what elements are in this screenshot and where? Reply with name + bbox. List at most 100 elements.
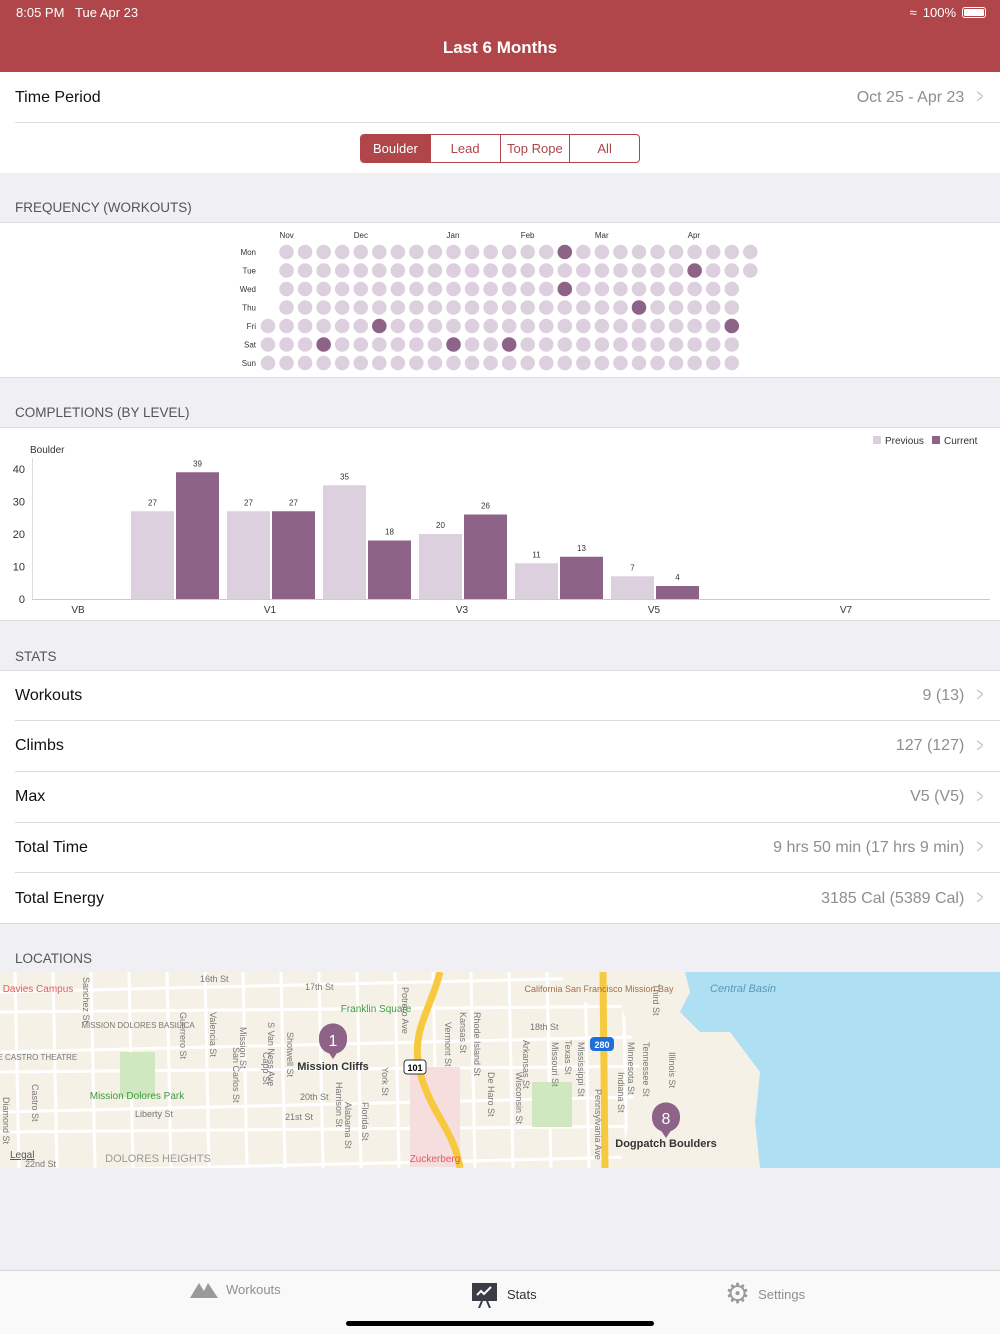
chart-board-icon <box>472 1283 497 1308</box>
month-label: Nov <box>280 231 294 240</box>
map-label: MISSION DOLORES BASILICA <box>81 1021 195 1030</box>
day-label: Thu <box>242 304 256 313</box>
heatmap-cell <box>705 318 721 334</box>
heatmap-cell <box>446 355 461 371</box>
heatmap-cell <box>576 300 591 315</box>
stat-label: Total Energy <box>15 889 104 907</box>
heatmap-cell <box>334 263 350 278</box>
heatmap-cell <box>613 318 628 334</box>
heatmap-cell <box>464 318 480 334</box>
home-indicator <box>346 1321 654 1326</box>
heatmap-cell <box>650 300 665 315</box>
map-label: Guerrero St <box>178 1012 188 1060</box>
segment-top-rope[interactable]: Top Rope <box>499 135 570 162</box>
heatmap-cell <box>594 244 610 260</box>
heatmap-cell <box>297 244 313 260</box>
heatmap-cell <box>353 355 369 371</box>
heatmap-cell <box>724 337 740 352</box>
map-label: Tennessee St <box>641 1042 651 1097</box>
tab-label: Settings <box>758 1286 806 1302</box>
bar-value-label: 18 <box>385 528 394 537</box>
heatmap-cell-active <box>631 300 647 315</box>
heatmap-cell <box>594 318 610 334</box>
legal-link[interactable]: Legal <box>10 1150 34 1161</box>
heatmap-cell <box>427 355 443 371</box>
map-label: Mission Dolores Park <box>90 1091 185 1102</box>
legend-swatch <box>873 436 881 444</box>
segment-all[interactable]: All <box>569 135 639 162</box>
heatmap-cell <box>613 281 628 297</box>
heatmap-cell <box>743 244 758 260</box>
heatmap-cell <box>520 318 535 334</box>
map-label: Missouri St <box>550 1042 560 1087</box>
heatmap-cell <box>334 337 350 352</box>
heatmap-cell <box>687 244 702 260</box>
chevron-right-icon: > <box>976 785 984 808</box>
heatmap-cell <box>705 337 721 352</box>
map-label: 20th St <box>300 1092 329 1102</box>
stat-row-max[interactable]: Max V5 (V5) > <box>0 772 1000 823</box>
chevron-right-icon: > <box>976 836 984 859</box>
y-tick-label: 30 <box>13 497 25 509</box>
stat-row-total-time[interactable]: Total Time 9 hrs 50 min (17 hrs 9 min) > <box>0 822 1000 873</box>
heatmap-cell <box>724 263 740 278</box>
heatmap-cell <box>650 281 665 297</box>
segment-lead[interactable]: Lead <box>429 135 500 162</box>
y-tick-label: 20 <box>13 529 25 541</box>
heatmap-cell <box>464 263 480 278</box>
heatmap-cell <box>576 355 591 371</box>
day-label: Wed <box>240 285 256 294</box>
bar-current <box>656 586 699 599</box>
stat-row-total-energy[interactable]: Total Energy 3185 Cal (5389 Cal) > <box>0 873 1000 924</box>
bar-previous <box>131 511 174 599</box>
pin-count: 1 <box>329 1033 338 1050</box>
heatmap-cell <box>687 355 702 371</box>
heatmap-cell <box>464 355 480 371</box>
map-label: Franklin Square <box>341 1004 412 1015</box>
chart-subtitle: Boulder <box>30 445 65 456</box>
heatmap-cell <box>705 263 721 278</box>
tab-label: Workouts <box>226 1281 281 1297</box>
tab-workouts[interactable]: Workouts <box>190 1280 281 1298</box>
day-label: Sat <box>244 341 257 350</box>
heatmap-cell <box>650 337 665 352</box>
x-tick-label: V1 <box>264 605 277 616</box>
bar-value-label: 4 <box>675 573 680 582</box>
day-label: Mon <box>240 248 256 257</box>
bar-value-label: 7 <box>630 563 635 572</box>
time-period-row[interactable]: Time Period Oct 25 - Apr 23 > <box>0 72 1000 123</box>
heatmap-cell <box>631 244 647 260</box>
tab-stats[interactable]: Stats <box>471 1280 537 1308</box>
heatmap-cell <box>297 337 313 352</box>
heatmap-cell <box>446 263 461 278</box>
segment-boulder[interactable]: Boulder <box>361 135 430 162</box>
heatmap-cell <box>409 300 424 315</box>
heatmap-cell-active <box>557 281 573 297</box>
stat-row-workouts[interactable]: Workouts 9 (13) > <box>0 670 1000 721</box>
map-label: Sanchez St <box>81 977 91 1024</box>
heatmap-cell <box>464 300 480 315</box>
bar-previous <box>515 563 558 599</box>
heatmap-cell <box>279 244 294 260</box>
heatmap-cell <box>297 318 313 334</box>
heatmap-cell <box>390 337 406 352</box>
heatmap-cell <box>501 244 517 260</box>
locations-map[interactable]: 101 280 16th St 17th St 18th St 20th St 21st… <box>0 972 1000 1168</box>
heatmap-cell <box>613 337 628 352</box>
heatmap-cell <box>613 355 628 371</box>
heatmap-cell <box>297 300 313 315</box>
y-tick-label: 10 <box>13 562 25 574</box>
heatmap-cell <box>501 318 517 334</box>
chevron-right-icon: > <box>976 734 984 757</box>
heatmap-cell-active <box>557 244 573 260</box>
heatmap-cell <box>724 281 740 297</box>
completions-chart: Boulder 0 10 20 30 40 VB 27 39 27 27 V1 35 18 20 26 V3 11… <box>0 427 1000 621</box>
day-label: Fri <box>247 322 257 331</box>
stat-row-climbs[interactable]: Climbs 127 (127) > <box>0 721 1000 772</box>
heatmap-cell <box>427 263 443 278</box>
heatmap-cell <box>260 318 276 334</box>
discipline-segmented-control[interactable]: Boulder Lead Top Rope All <box>360 134 640 163</box>
tab-settings[interactable]: ⚙ Settings <box>725 1280 805 1308</box>
heatmap-cell <box>650 244 665 260</box>
map-label: Arkansas St <box>521 1040 531 1089</box>
